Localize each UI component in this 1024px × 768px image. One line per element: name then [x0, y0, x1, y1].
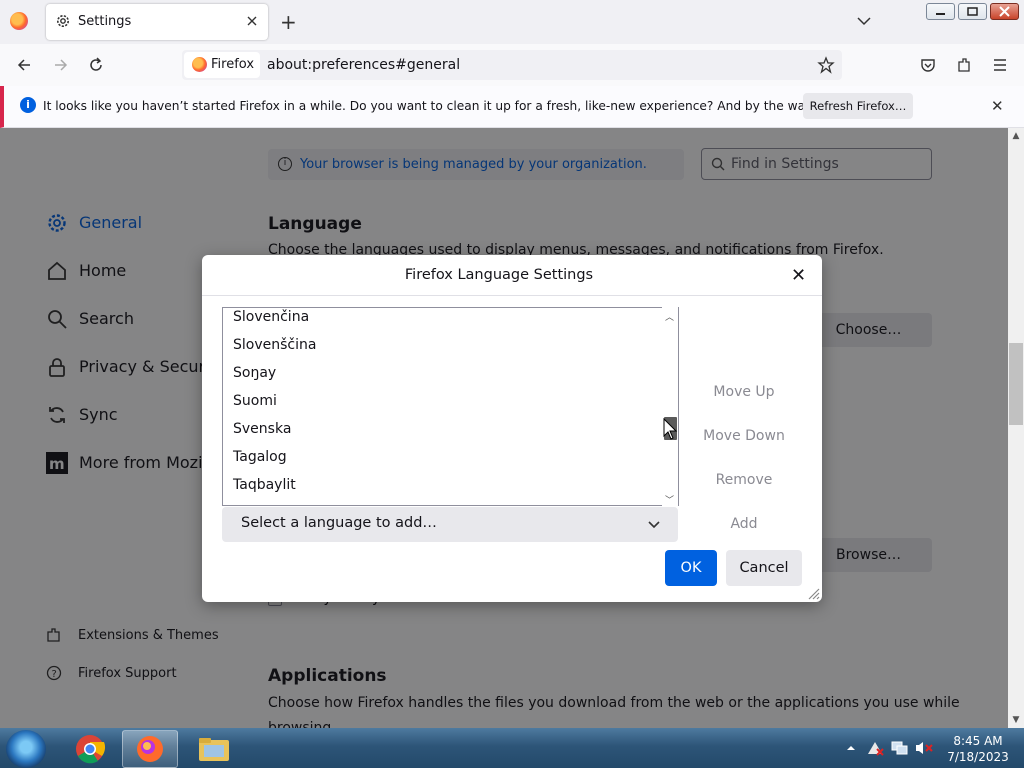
forward-icon: [55, 59, 68, 71]
chevron-down-icon[interactable]: [855, 12, 873, 30]
language-settings-dialog: Firefox Language Settings ✕ Slovenčina S…: [202, 255, 822, 602]
list-item[interactable]: Suomi: [233, 393, 277, 409]
cancel-button[interactable]: Cancel: [726, 550, 802, 586]
minimize-button[interactable]: [926, 3, 955, 20]
menu-icon[interactable]: [991, 56, 1009, 74]
clock-date: 7/18/2023: [947, 750, 1009, 764]
mouse-cursor-icon: [663, 418, 678, 440]
close-window-button[interactable]: [990, 3, 1019, 20]
chevron-down-icon[interactable]: ﹀: [665, 493, 674, 506]
scroll-up-arrow-icon[interactable]: ▲: [1011, 131, 1021, 141]
info-icon: i: [20, 97, 36, 113]
dialog-divider: [202, 295, 822, 296]
notification-message: It looks like you haven’t started Firefo…: [43, 99, 913, 113]
chrome-icon: [76, 735, 106, 764]
chevron-down-icon: [648, 521, 660, 529]
scroll-down-arrow-icon[interactable]: ▼: [1011, 715, 1021, 725]
chevron-up-icon[interactable]: ︿: [665, 310, 674, 323]
reload-icon[interactable]: [87, 56, 105, 74]
move-down-button[interactable]: Move Down: [686, 419, 802, 453]
close-tab-icon[interactable]: [244, 13, 260, 29]
volume-muted-icon[interactable]: [914, 740, 934, 756]
firefox-icon: [192, 57, 207, 72]
clock-time: 8:45 AM: [953, 734, 1003, 748]
identity-label: Firefox: [211, 57, 255, 72]
taskbar-firefox[interactable]: [122, 730, 178, 768]
tray-expand-icon[interactable]: [846, 743, 856, 753]
add-button[interactable]: Add: [686, 507, 802, 541]
back-icon[interactable]: [15, 56, 33, 74]
start-button[interactable]: [6, 730, 46, 768]
page-scrollbar[interactable]: [1008, 128, 1024, 728]
firefox-icon: [137, 736, 163, 762]
list-item[interactable]: Soŋay: [233, 365, 276, 381]
language-list[interactable]: Slovenčina Slovenščina Soŋay Suomi Svens…: [222, 307, 679, 506]
taskbar-explorer[interactable]: [186, 730, 242, 768]
action-center-icon[interactable]: [866, 740, 884, 756]
resize-grip-icon[interactable]: [806, 586, 820, 600]
folder-icon: [199, 738, 229, 761]
url-text[interactable]: about:preferences#general: [267, 57, 460, 73]
taskbar-clock[interactable]: 8:45 AM 7/18/2023: [938, 733, 1018, 765]
tab-title: Settings: [78, 14, 132, 29]
list-item[interactable]: Svenska: [233, 421, 291, 437]
extensions-icon[interactable]: [955, 56, 973, 74]
ok-button[interactable]: OK: [665, 550, 717, 586]
page-scrollbar-thumb[interactable]: [1009, 343, 1023, 425]
taskbar-chrome[interactable]: [62, 730, 118, 768]
remove-button[interactable]: Remove: [686, 463, 802, 497]
refresh-firefox-button[interactable]: Refresh Firefox…: [803, 93, 913, 119]
list-item[interactable]: Slovenčina: [233, 309, 309, 325]
language-list-scrollbar[interactable]: ︿ ﹀: [662, 307, 678, 506]
network-icon[interactable]: [890, 740, 908, 756]
list-item[interactable]: Slovenščina: [233, 337, 316, 353]
bookmark-star-icon[interactable]: [817, 56, 835, 74]
identity-box[interactable]: Firefox: [184, 52, 260, 78]
select-language-dropdown[interactable]: Select a language to add…: [222, 507, 678, 542]
maximize-button[interactable]: [958, 3, 987, 20]
close-dialog-icon[interactable]: ✕: [791, 265, 806, 286]
notification-bar: i It looks like you haven’t started Fire…: [0, 86, 1024, 128]
select-language-label: Select a language to add…: [241, 515, 437, 531]
close-notification-icon[interactable]: ✕: [991, 97, 1004, 115]
firefox-view-icon[interactable]: [10, 12, 28, 30]
list-item[interactable]: Tagalog: [233, 449, 287, 465]
tab-settings[interactable]: Settings: [46, 4, 268, 40]
pocket-icon[interactable]: [919, 56, 937, 74]
gear-icon: [57, 15, 69, 27]
dialog-title: Firefox Language Settings: [404, 267, 594, 283]
new-tab-icon[interactable]: +: [280, 12, 300, 32]
list-item[interactable]: Taqbaylit: [233, 477, 296, 493]
move-up-button[interactable]: Move Up: [686, 375, 802, 409]
